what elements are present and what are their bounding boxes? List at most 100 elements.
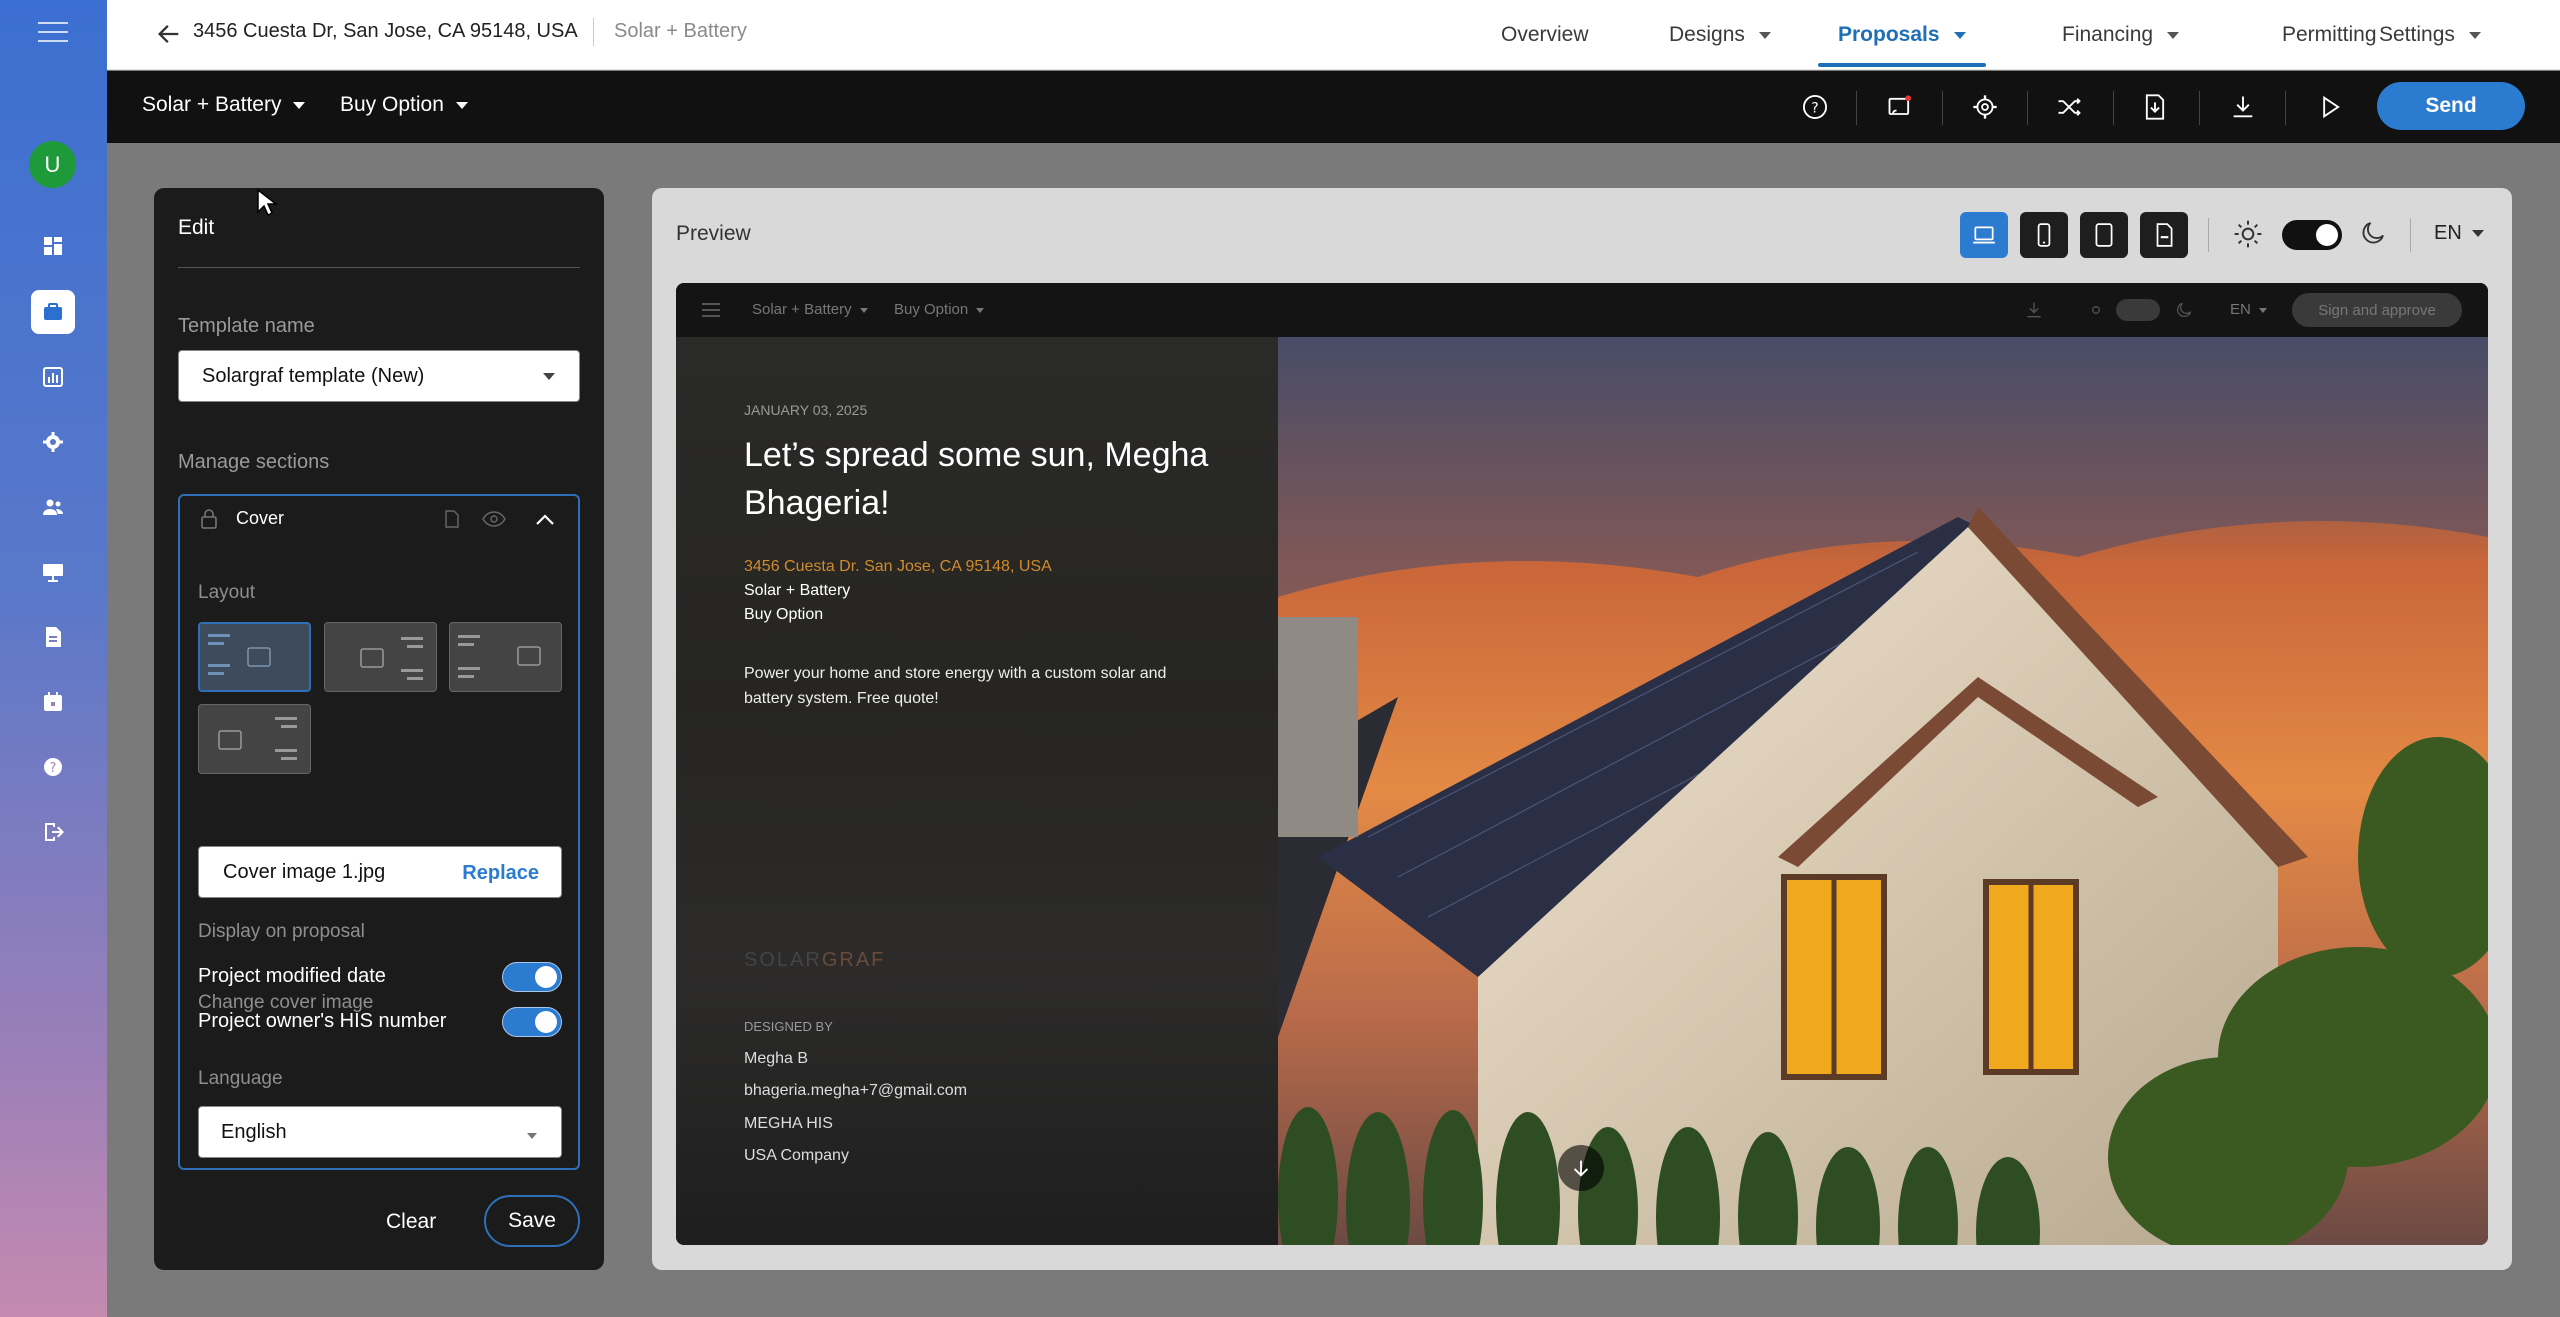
tab-permitting[interactable]: Permitting [2282, 0, 2377, 70]
chevron-down-icon [543, 373, 555, 380]
cover-file-name: Cover image 1.jpg [223, 861, 386, 883]
help-icon[interactable]: ? [1797, 89, 1833, 125]
logout-icon[interactable] [31, 810, 75, 854]
divider [2208, 218, 2209, 252]
tab-settings[interactable]: Settings [2379, 0, 2481, 70]
cast-notification-icon[interactable] [1882, 89, 1918, 125]
tab-designs[interactable]: Designs [1669, 0, 1771, 70]
briefcase-icon[interactable] [31, 290, 75, 334]
phone-icon [2037, 223, 2051, 247]
mobile-view-button[interactable] [2020, 212, 2068, 258]
proposal-toolbar: Solar + Battery Buy Option EN Sign and a… [676, 283, 2488, 337]
display-on-proposal-label: Display on proposal [198, 921, 365, 942]
sign-approve-button[interactable]: Sign and approve [2292, 293, 2462, 327]
designer-company: USA Company [744, 1147, 849, 1164]
file-download-icon[interactable] [2137, 89, 2173, 125]
proposal-date: JANUARY 03, 2025 [744, 402, 868, 418]
preview-language-select[interactable]: EN [2230, 301, 2267, 318]
back-arrow-icon[interactable] [155, 20, 183, 48]
layout-option-4[interactable] [198, 704, 311, 774]
design-select[interactable]: Solar + Battery [142, 93, 306, 117]
lock-icon [201, 509, 217, 529]
layout-option-3[interactable] [449, 622, 562, 692]
divider [593, 18, 594, 46]
calendar-icon[interactable] [31, 680, 75, 724]
toggle-row-modified: Project modified date [198, 962, 562, 992]
page-icon[interactable] [444, 510, 460, 528]
chevron-up-icon[interactable] [535, 512, 555, 526]
pdf-view-button[interactable] [2140, 212, 2188, 258]
sun-icon[interactable] [2086, 300, 2106, 320]
avatar[interactable]: U [29, 141, 76, 188]
his-number-toggle[interactable] [502, 1007, 562, 1037]
cover-project: Solar + Battery [744, 582, 851, 599]
manage-sections-label: Manage sections [178, 451, 330, 473]
tab-proposals[interactable]: Proposals [1818, 0, 1986, 70]
left-rail: U ? [0, 0, 107, 1317]
chevron-down-icon [976, 307, 985, 313]
cover-image [1278, 337, 2488, 1245]
people-icon[interactable] [31, 485, 75, 529]
desktop-view-button[interactable] [1960, 212, 2008, 258]
document-icon[interactable] [31, 615, 75, 659]
option-select[interactable]: Buy Option [340, 93, 468, 117]
download-icon[interactable] [2024, 300, 2044, 320]
designer-email: bhageria.megha+7@gmail.com [744, 1082, 968, 1099]
save-button[interactable]: Save [484, 1195, 580, 1247]
layout-option-1[interactable] [198, 622, 311, 692]
preview-option-select[interactable]: Buy Option [894, 301, 985, 318]
chevron-down-icon [859, 307, 868, 313]
layout-option-2[interactable] [324, 622, 437, 692]
gear-icon[interactable] [31, 420, 75, 464]
moon-icon[interactable] [2358, 218, 2388, 248]
tablet-icon [2095, 223, 2113, 247]
dashboard-icon[interactable] [31, 224, 75, 268]
clear-button[interactable]: Clear [386, 1210, 436, 1234]
template-name-select[interactable]: Solargraf template (New) [178, 350, 580, 402]
shuffle-icon[interactable] [2051, 89, 2087, 125]
designed-by-label: DESIGNED BY [744, 1019, 833, 1034]
menu-icon[interactable] [702, 303, 720, 317]
layout-label: Layout [198, 582, 256, 603]
template-name-value: Solargraf template (New) [202, 365, 425, 387]
chevron-down-icon [2471, 230, 2484, 238]
tablet-view-button[interactable] [2080, 212, 2128, 258]
chevron-down-icon [293, 101, 306, 109]
chevron-down-icon [2258, 307, 2267, 313]
cover-address: 3456 Cuesta Dr. San Jose, CA 95148, USA [744, 558, 1052, 575]
modified-date-toggle[interactable] [502, 962, 562, 992]
language-select[interactable]: English [198, 1106, 562, 1158]
replace-button[interactable]: Replace [462, 862, 539, 885]
menu-icon[interactable] [38, 22, 68, 46]
section-name: Cover [236, 508, 285, 528]
preview-title: Preview [676, 222, 751, 245]
language-dropdown[interactable]: EN [2434, 222, 2484, 245]
svg-text:?: ? [50, 761, 57, 776]
tab-overview[interactable]: Overview [1501, 0, 1589, 70]
download-icon[interactable] [2225, 89, 2261, 125]
cover-image-field[interactable]: Cover image 1.jpg Replace [198, 846, 562, 898]
chevron-down-icon [1758, 31, 1771, 39]
cover-option: Buy Option [744, 606, 824, 623]
preview-design-select[interactable]: Solar + Battery [752, 301, 868, 318]
proposal-toolbar: Solar + Battery Buy Option ? Send [107, 71, 2560, 143]
presentation-icon[interactable] [31, 550, 75, 594]
sun-icon[interactable] [2232, 218, 2264, 250]
help-icon[interactable]: ? [31, 745, 75, 789]
section-header[interactable]: Cover [180, 496, 578, 542]
solargraf-logo: SOLARGRAF [744, 949, 886, 971]
chart-icon[interactable] [31, 355, 75, 399]
send-button[interactable]: Send [2377, 82, 2525, 130]
top-header: 3456 Cuesta Dr, San Jose, CA 95148, USA … [107, 0, 2560, 70]
divider [1856, 91, 1857, 125]
chevron-down-icon [1953, 31, 1966, 39]
theme-toggle[interactable] [2282, 220, 2342, 250]
tab-financing[interactable]: Financing [2062, 0, 2180, 70]
divider [2285, 91, 2286, 125]
scroll-down-button[interactable] [1558, 1145, 1604, 1191]
preview-theme-toggle[interactable] [2116, 299, 2160, 321]
eye-icon[interactable] [482, 511, 506, 527]
moon-icon[interactable] [2174, 300, 2194, 320]
gear-icon[interactable] [1967, 89, 2003, 125]
play-icon[interactable] [2312, 89, 2348, 125]
